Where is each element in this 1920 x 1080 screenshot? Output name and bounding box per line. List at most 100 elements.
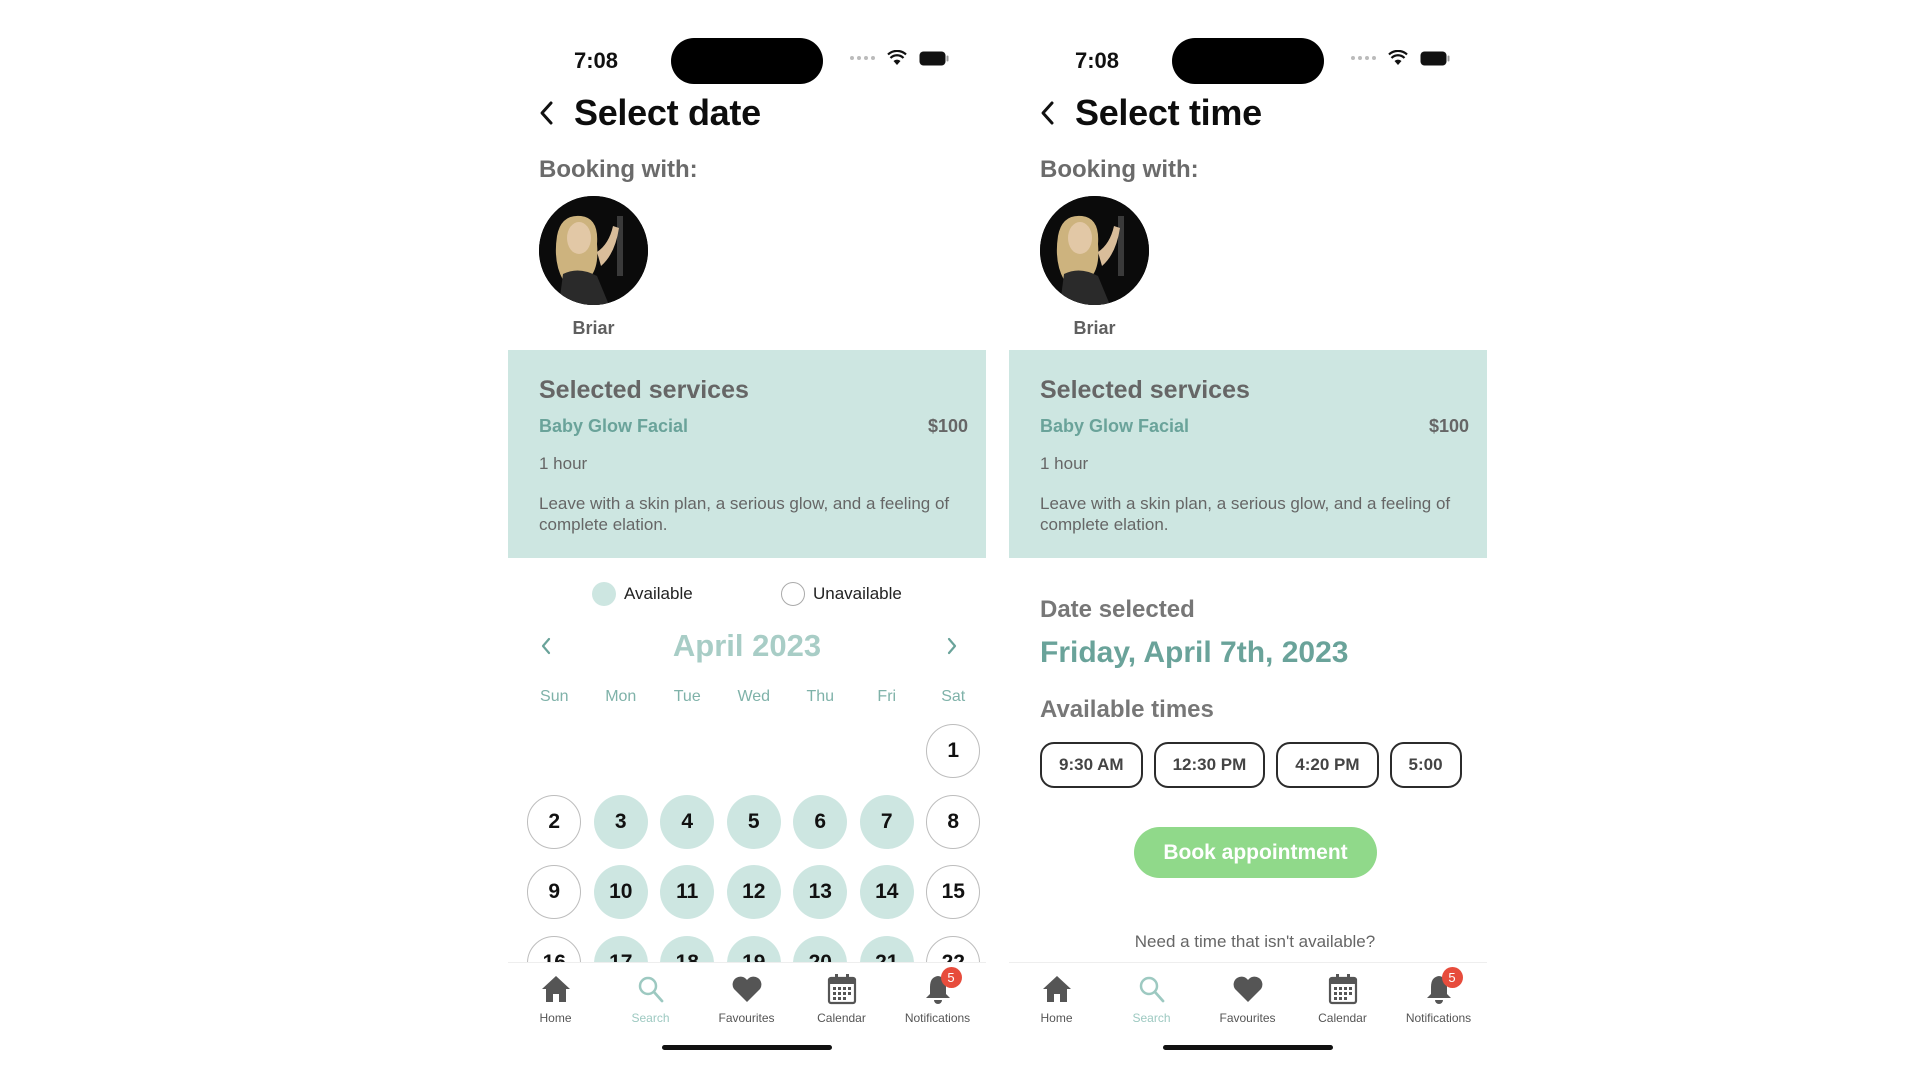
date-selected-value: Friday, April 7th, 2023	[1040, 636, 1349, 669]
time-slot[interactable]: 12:30 PM	[1153, 742, 1266, 788]
tab-notifications[interactable]: 5 Notifications	[890, 967, 985, 1031]
empty-day-cell	[654, 724, 721, 795]
tab-calendar[interactable]: Calendar	[1295, 971, 1390, 1031]
tab-search[interactable]: Search	[603, 971, 698, 1031]
select-time-screen: 7:08 Select time Booking with: Briar Sel…	[1009, 0, 1487, 1080]
tab-label: Calendar	[1318, 1011, 1367, 1025]
unavailable-dot-icon	[781, 582, 805, 606]
time-slot[interactable]: 4:20 PM	[1276, 742, 1379, 788]
day-cell: 20	[787, 935, 854, 962]
empty-day-cell	[854, 724, 921, 795]
day-cell: 7	[854, 794, 921, 866]
tab-label: Search	[1132, 1011, 1171, 1025]
time-slot[interactable]: 9:30 AM	[1040, 742, 1143, 788]
time-slots-row[interactable]: 9:30 AM 12:30 PM 4:20 PM 5:00	[1040, 742, 1470, 792]
home-indicator	[1163, 1045, 1333, 1050]
services-title: Selected services	[1040, 376, 1250, 404]
tab-favourites[interactable]: Favourites	[1200, 971, 1295, 1031]
service-duration: 1 hour	[539, 454, 588, 473]
next-month-button[interactable]	[940, 632, 964, 660]
calendar-day-unavailable[interactable]: 2	[527, 794, 582, 849]
tab-home[interactable]: Home	[1009, 971, 1104, 1031]
calendar-day-available[interactable]: 20	[793, 935, 848, 962]
weekday-label: Sat	[941, 688, 966, 705]
calendar-viewport[interactable]: 1 2 3 4 5 6 7 8 9 10 11 12 13 14 15 16 17 18 19 20 21 22	[508, 718, 986, 962]
day-cell: 1	[920, 724, 986, 795]
calendar-day-available[interactable]: 17	[593, 935, 648, 962]
calendar-day-available[interactable]: 12	[726, 865, 781, 919]
home-indicator	[662, 1045, 832, 1050]
booking-with-label: Booking with:	[1040, 156, 1199, 183]
page-title: Select time	[1075, 92, 1262, 133]
calendar-day-available[interactable]: 7	[859, 794, 914, 849]
avatar[interactable]	[539, 196, 648, 305]
chevron-left-icon	[540, 101, 553, 125]
day-cell: 3	[588, 794, 655, 866]
status-time: 7:08	[574, 48, 619, 73]
day-cell: 17	[588, 935, 655, 962]
tab-search[interactable]: Search	[1104, 971, 1199, 1031]
calendar-day-unavailable[interactable]: 16	[527, 935, 582, 962]
weekday-label: Thu	[806, 688, 835, 705]
notifications-badge: 5	[940, 967, 962, 988]
chevron-left-icon	[1041, 101, 1054, 125]
calendar-day-available[interactable]: 14	[859, 865, 914, 919]
request-time-link[interactable]: Need a time that isn't available?	[1009, 932, 1487, 952]
calendar-day-available[interactable]: 5	[726, 794, 781, 849]
previous-month-button[interactable]	[534, 632, 558, 660]
time-slot[interactable]: 5:00	[1389, 742, 1462, 788]
empty-day-cell	[787, 724, 854, 795]
calendar-day-available[interactable]: 19	[726, 935, 781, 962]
home-icon	[1039, 971, 1075, 1007]
day-cell: 11	[654, 865, 721, 936]
calendar-day-available[interactable]: 13	[793, 865, 848, 919]
legend-available-label: Available	[624, 584, 693, 603]
day-cell: 16	[521, 935, 588, 962]
calendar-day-available[interactable]: 6	[793, 794, 848, 849]
selected-services-card: Selected services Baby Glow Facial $100 …	[508, 350, 986, 558]
signal-icon	[850, 56, 875, 60]
calendar-day-available[interactable]: 4	[660, 794, 715, 849]
calendar-day-available[interactable]: 18	[660, 935, 715, 962]
day-cell: 4	[654, 794, 721, 866]
weekday-label: Sun	[540, 688, 569, 705]
page-title: Select date	[574, 92, 761, 133]
home-icon	[538, 971, 574, 1007]
tab-label: Favourites	[718, 1011, 775, 1025]
weekday-label: Fri	[877, 688, 897, 705]
search-icon	[633, 971, 669, 1007]
provider-name: Briar	[572, 318, 615, 338]
calendar-day-unavailable[interactable]: 1	[926, 724, 981, 778]
tab-notifications[interactable]: 5 Notifications	[1391, 967, 1486, 1031]
tab-bar: Home Search Favourites Calendar 5 Notificatio…	[508, 962, 986, 1080]
calendar-day-available[interactable]: 10	[593, 865, 648, 919]
calendar-day-unavailable[interactable]: 15	[926, 865, 981, 919]
calendar-day-available[interactable]: 3	[593, 794, 648, 849]
chevron-left-icon	[541, 637, 551, 655]
day-cell: 22	[920, 935, 986, 962]
calendar-day-available[interactable]: 21	[859, 935, 914, 962]
legend-unavailable-label: Unavailable	[813, 584, 902, 603]
empty-day-cell	[521, 724, 588, 795]
calendar-day-unavailable[interactable]: 9	[527, 865, 582, 919]
calendar-day-unavailable[interactable]: 8	[926, 794, 981, 849]
status-icons	[1351, 50, 1450, 66]
search-icon	[1134, 971, 1170, 1007]
service-price: $100	[927, 416, 968, 436]
dynamic-island	[671, 38, 823, 84]
date-selected-label: Date selected	[1040, 596, 1195, 623]
select-date-screen: 7:08 Select date Booking with: Briar Sel…	[508, 0, 986, 1080]
tab-calendar[interactable]: Calendar	[794, 971, 889, 1031]
calendar-day-available[interactable]: 11	[660, 865, 715, 919]
back-button[interactable]	[538, 93, 568, 133]
calendar-grid: 1 2 3 4 5 6 7 8 9 10 11 12 13 14 15 16 17 18 19 20 21 22	[521, 724, 986, 962]
back-button[interactable]	[1039, 93, 1069, 133]
avatar[interactable]	[1040, 196, 1149, 305]
tab-favourites[interactable]: Favourites	[699, 971, 794, 1031]
tab-label: Home	[1040, 1011, 1073, 1025]
book-appointment-button[interactable]: Book appointment	[1134, 827, 1377, 878]
tab-home[interactable]: Home	[508, 971, 603, 1031]
calendar-day-unavailable[interactable]: 22	[926, 935, 981, 962]
dynamic-island	[1172, 38, 1324, 84]
service-description: Leave with a skin plan, a serious glow, …	[1040, 494, 1451, 534]
